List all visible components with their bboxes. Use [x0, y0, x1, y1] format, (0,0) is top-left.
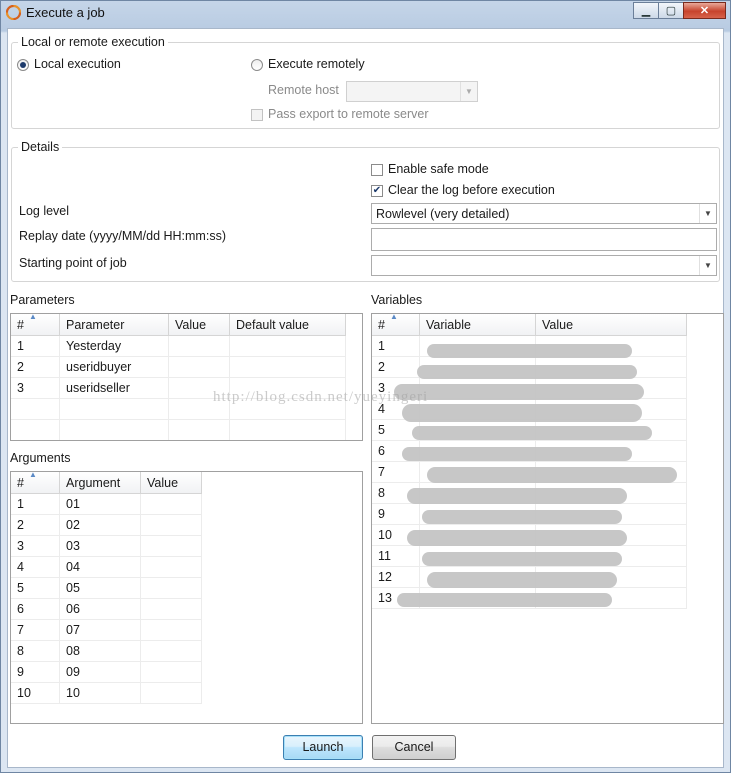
replay-date-input[interactable]	[371, 228, 717, 251]
launch-button[interactable]: Launch	[283, 735, 363, 760]
table-row[interactable]: 1 Yesterday	[11, 336, 346, 357]
arguments-title: Arguments	[10, 451, 71, 465]
execution-legend: Local or remote execution	[18, 35, 168, 49]
table-row[interactable]: 4 04	[11, 557, 202, 578]
log-level-value: Rowlevel (very detailed)	[376, 207, 510, 221]
variables-header: ▲ # Variable Value	[372, 314, 687, 336]
execute-remotely-label: Execute remotely	[268, 57, 365, 71]
chevron-down-icon: ▼	[460, 82, 477, 101]
dialog-body: Local or remote execution Local executio…	[7, 28, 724, 768]
clear-log-checkbox[interactable]: ✔	[371, 185, 383, 197]
replay-date-label: Replay date (yyyy/MM/dd HH:mm:ss)	[19, 229, 226, 243]
minimize-icon: ▁	[641, 5, 651, 17]
remote-host-select[interactable]: ▼	[346, 81, 478, 102]
variables-title: Variables	[371, 293, 423, 307]
window-title: Execute a job	[26, 5, 105, 20]
local-execution-label: Local execution	[34, 57, 121, 71]
app-icon	[6, 5, 21, 20]
clear-log-label: Clear the log before execution	[388, 183, 555, 197]
close-button[interactable]: ✕	[683, 2, 726, 19]
log-level-select[interactable]: Rowlevel (very detailed) ▼	[371, 203, 717, 224]
chevron-down-icon: ▼	[699, 204, 716, 223]
parameters-title: Parameters	[10, 293, 75, 307]
safe-mode-label: Enable safe mode	[388, 162, 489, 176]
col-parameter[interactable]: Parameter	[60, 314, 169, 336]
table-row[interactable]: 9 09	[11, 662, 202, 683]
title-bar: Execute a job ▁ ▢ ✕	[1, 1, 730, 25]
window-controls: ▁ ▢ ✕	[633, 2, 726, 19]
checkmark-icon: ✔	[372, 185, 382, 196]
details-legend: Details	[18, 140, 63, 154]
table-row[interactable]: 2 useridbuyer	[11, 357, 346, 378]
table-row[interactable]: 2 02	[11, 515, 202, 536]
col-default-value[interactable]: Default value	[230, 314, 346, 336]
arguments-table[interactable]: ▲ # Argument Value 1 01 2 02 3 03 4 04 5 05 60…	[10, 471, 363, 724]
table-row[interactable]: 6 06	[11, 599, 202, 620]
arguments-header: ▲ # Argument Value	[11, 472, 202, 494]
col-value[interactable]: Value	[141, 472, 202, 494]
variables-table[interactable]: ▲ # Variable Value 1 2 3 4 5 6 7 8 9 10 1…	[371, 313, 724, 724]
cancel-button[interactable]: Cancel	[372, 735, 456, 760]
sort-up-icon: ▲	[390, 313, 398, 321]
maximize-icon: ▢	[665, 5, 677, 17]
col-index[interactable]: ▲ #	[11, 314, 60, 336]
watermark: http://blog.csdn.net/yueyingeri	[213, 389, 429, 405]
parameters-table[interactable]: ▲ # Parameter Value Default value 1 Yeste…	[10, 313, 363, 441]
chevron-down-icon: ▼	[699, 256, 716, 275]
execute-remotely-radio[interactable]	[251, 59, 263, 71]
close-icon: ✕	[699, 5, 710, 17]
starting-point-select[interactable]: ▼	[371, 255, 717, 276]
col-value[interactable]: Value	[169, 314, 230, 336]
safe-mode-checkbox[interactable]	[371, 164, 383, 176]
execute-job-window: Execute a job ▁ ▢ ✕ Local or remote exec…	[0, 0, 731, 773]
table-row[interactable]: 8 08	[11, 641, 202, 662]
col-index[interactable]: ▲ #	[372, 314, 420, 336]
arguments-body: 1 01 2 02 3 03 4 04 5 05 6 06 7 07 8 08 9 09 10 10	[11, 494, 202, 704]
log-level-label: Log level	[19, 204, 70, 218]
table-row[interactable]	[11, 420, 346, 440]
table-row[interactable]: 7 07	[11, 620, 202, 641]
table-row[interactable]: 10 10	[11, 683, 202, 704]
table-row[interactable]: 3 03	[11, 536, 202, 557]
execution-group: Local or remote execution Local executio…	[11, 35, 720, 129]
pass-export-label: Pass export to remote server	[268, 107, 429, 121]
col-index[interactable]: ▲ #	[11, 472, 60, 494]
maximize-button[interactable]: ▢	[658, 2, 684, 19]
local-execution-radio[interactable]	[17, 59, 29, 71]
table-row[interactable]: 5 05	[11, 578, 202, 599]
col-value[interactable]: Value	[536, 314, 687, 336]
col-variable[interactable]: Variable	[420, 314, 536, 336]
col-argument[interactable]: Argument	[60, 472, 141, 494]
remote-host-label: Remote host	[268, 83, 339, 97]
table-row[interactable]: 1 01	[11, 494, 202, 515]
parameters-header: ▲ # Parameter Value Default value	[11, 314, 346, 336]
sort-up-icon: ▲	[29, 313, 37, 321]
starting-point-label: Starting point of job	[19, 256, 127, 270]
sort-up-icon: ▲	[29, 471, 37, 479]
pass-export-checkbox[interactable]	[251, 109, 263, 121]
minimize-button[interactable]: ▁	[633, 2, 659, 19]
details-group: Details Enable safe mode ✔ Clear the log…	[11, 140, 720, 282]
